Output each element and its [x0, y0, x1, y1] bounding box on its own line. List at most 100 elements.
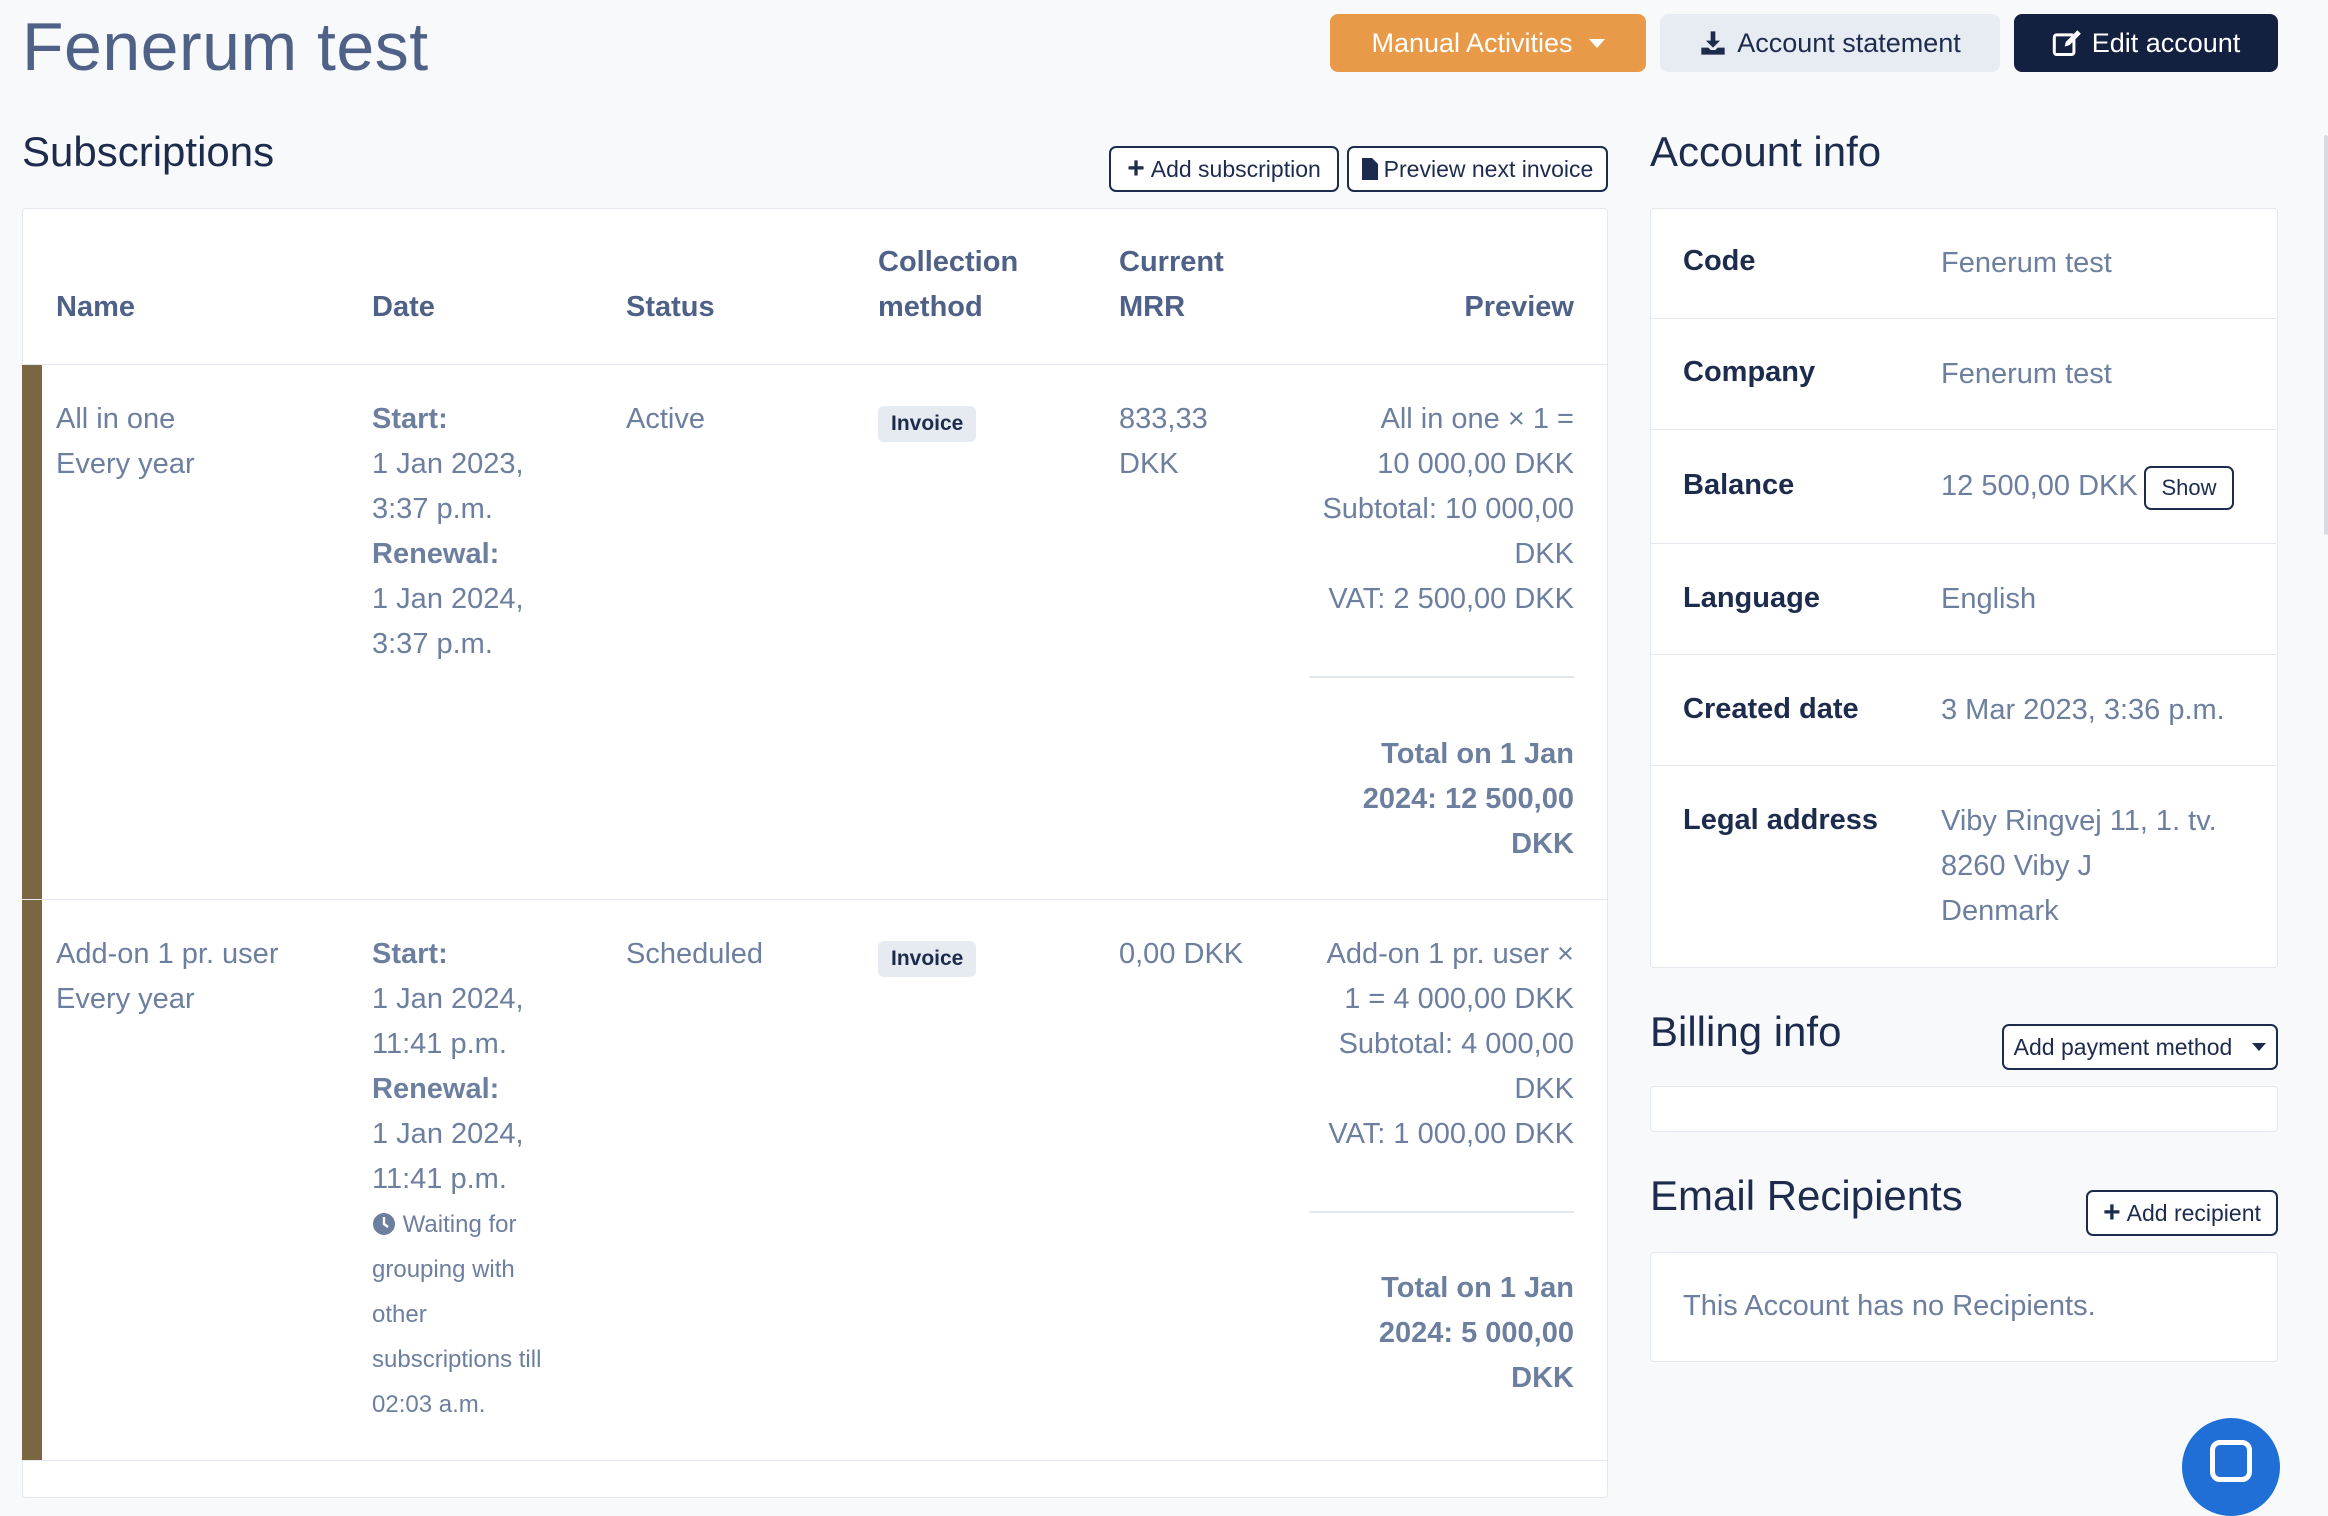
preview-line: All in one × 1 = [1380, 403, 1574, 435]
no-recipients-message: This Account has no Recipients. [1683, 1290, 2096, 1322]
collection-method-badge: Invoice [878, 941, 977, 977]
add-payment-method-label: Add payment method [2013, 1033, 2233, 1060]
subscription-interval: Every year [56, 983, 195, 1015]
subscription-interval: Every year [56, 448, 195, 480]
email-recipients-title: Email Recipients [1650, 1172, 1963, 1219]
preview-line: DKK [1514, 1073, 1574, 1105]
preview-line: Subtotal: 10 000,00 [1322, 493, 1574, 525]
add-subscription-label: Add subscription [1150, 155, 1321, 182]
file-icon [1361, 158, 1378, 180]
column-date: Date [372, 291, 435, 323]
row-divider [22, 1460, 1608, 1461]
balance-value: 12 500,00 DKK [1941, 470, 2138, 502]
total-line: 2024: 12 500,00 [1362, 783, 1574, 815]
add-payment-method-button[interactable]: Add payment method [2002, 1024, 2278, 1070]
waiting-note: Waiting for grouping with other subscrip… [372, 1202, 541, 1427]
add-recipient-button[interactable]: + Add recipient [2086, 1190, 2278, 1236]
show-balance-button[interactable]: Show [2144, 466, 2234, 510]
code-value: Fenerum test [1941, 247, 2112, 279]
mrr-value: 833,33 [1119, 403, 1208, 435]
plus-icon: + [2103, 1196, 2121, 1229]
waiting-line: Waiting for [402, 1211, 517, 1238]
collection-method-badge: Invoice [878, 406, 977, 442]
preview-line: VAT: 1 000,00 DKK [1328, 1118, 1574, 1150]
column-collection-line-1: Collection [878, 246, 1019, 278]
total-line: Total on 1 Jan [1381, 738, 1574, 770]
subscription-row-indicator [22, 365, 42, 899]
total-line: DKK [1511, 1362, 1574, 1394]
renewal-date: 1 Jan 2024, [372, 1118, 524, 1150]
invoice-total: Total on 1 Jan 2024: 5 000,00 DKK [1290, 1266, 1574, 1401]
start-time: 3:37 p.m. [372, 493, 493, 525]
subscription-status: Active [626, 403, 705, 435]
account-statement-button[interactable]: Account statement [1660, 14, 2000, 72]
address-line: 8260 Viby J [1941, 850, 2093, 882]
created-date-label: Created date [1683, 693, 1859, 725]
subscriptions-title: Subscriptions [22, 128, 275, 175]
legal-address-value: Viby Ringvej 11, 1. tv. 8260 Viby J Denm… [1941, 799, 2217, 934]
column-current-mrr: Current MRR [1119, 240, 1224, 330]
preview-line: Add-on 1 pr. user × [1326, 938, 1574, 970]
edit-account-button[interactable]: Edit account [2014, 14, 2278, 72]
waiting-line: other [372, 1301, 427, 1328]
code-label: Code [1683, 245, 1756, 277]
add-subscription-button[interactable]: + Add subscription [1109, 146, 1339, 192]
start-date: 1 Jan 2024, [372, 983, 524, 1015]
subscription-name-cell: Add-on 1 pr. user Every year [56, 932, 278, 1022]
billing-info-title: Billing info [1650, 1008, 1842, 1055]
current-mrr: 0,00 DKK [1119, 938, 1244, 970]
preview-divider [1309, 1211, 1574, 1213]
subscription-name-cell: All in one Every year [56, 397, 195, 487]
waiting-line: subscriptions till [372, 1346, 542, 1373]
renewal-label: Renewal: [372, 1073, 500, 1105]
column-status: Status [626, 291, 715, 323]
subscription-date-cell: Start: 1 Jan 2024, 11:41 p.m. Renewal: 1… [372, 932, 541, 1427]
address-line: Denmark [1941, 895, 2059, 927]
download-icon [1701, 31, 1725, 55]
column-mrr-line-2: MRR [1119, 291, 1186, 323]
page-scrollbar[interactable] [2324, 135, 2328, 535]
page-title: Fenerum test [22, 9, 429, 85]
manual-activities-label: Manual Activities [1371, 27, 1573, 58]
language-value: English [1941, 583, 2037, 615]
invoice-preview: Add-on 1 pr. user × 1 = 4 000,00 DKK Sub… [1290, 932, 1574, 1157]
chat-icon [2210, 1440, 2252, 1482]
renewal-date: 1 Jan 2024, [372, 583, 524, 615]
caret-down-icon [1588, 38, 1605, 48]
preview-line: DKK [1514, 538, 1574, 570]
preview-line: Subtotal: 4 000,00 [1338, 1028, 1574, 1060]
total-line: DKK [1511, 828, 1574, 860]
total-line: 2024: 5 000,00 [1378, 1317, 1574, 1349]
invoice-preview: All in one × 1 = 10 000,00 DKK Subtotal:… [1290, 397, 1574, 622]
add-recipient-label: Add recipient [2126, 1199, 2261, 1226]
preview-line: VAT: 2 500,00 DKK [1328, 583, 1574, 615]
column-collection-method: Collection method [878, 240, 1018, 330]
manual-activities-button[interactable]: Manual Activities [1330, 14, 1646, 72]
preview-next-invoice-button[interactable]: Preview next invoice [1347, 146, 1608, 192]
edit-icon [2052, 30, 2081, 57]
subscription-date-cell: Start: 1 Jan 2023, 3:37 p.m. Renewal: 1 … [372, 397, 524, 667]
subscription-status: Scheduled [626, 938, 764, 970]
preview-next-invoice-label: Preview next invoice [1383, 155, 1594, 182]
clock-icon [373, 1213, 395, 1235]
balance-label: Balance [1683, 469, 1795, 501]
column-collection-line-2: method [878, 291, 983, 323]
current-mrr: 833,33 DKK [1119, 397, 1208, 487]
waiting-line: 02:03 a.m. [372, 1391, 486, 1418]
start-label: Start: [372, 403, 448, 435]
billing-info-card [1650, 1086, 2278, 1132]
legal-address-label: Legal address [1683, 804, 1879, 836]
preview-line: 10 000,00 DKK [1377, 448, 1574, 480]
column-name: Name [56, 291, 135, 323]
caret-down-icon [2252, 1043, 2267, 1051]
start-date: 1 Jan 2023, [372, 448, 524, 480]
preview-divider [1309, 676, 1574, 678]
account-info-title: Account info [1650, 128, 1882, 175]
renewal-time: 3:37 p.m. [372, 628, 493, 660]
mrr-currency: DKK [1119, 448, 1179, 480]
column-mrr-line-1: Current [1119, 246, 1224, 278]
row-divider [22, 899, 1608, 900]
start-time: 11:41 p.m. [372, 1028, 507, 1060]
total-line: Total on 1 Jan [1381, 1272, 1574, 1304]
renewal-time: 11:41 p.m. [372, 1163, 507, 1195]
